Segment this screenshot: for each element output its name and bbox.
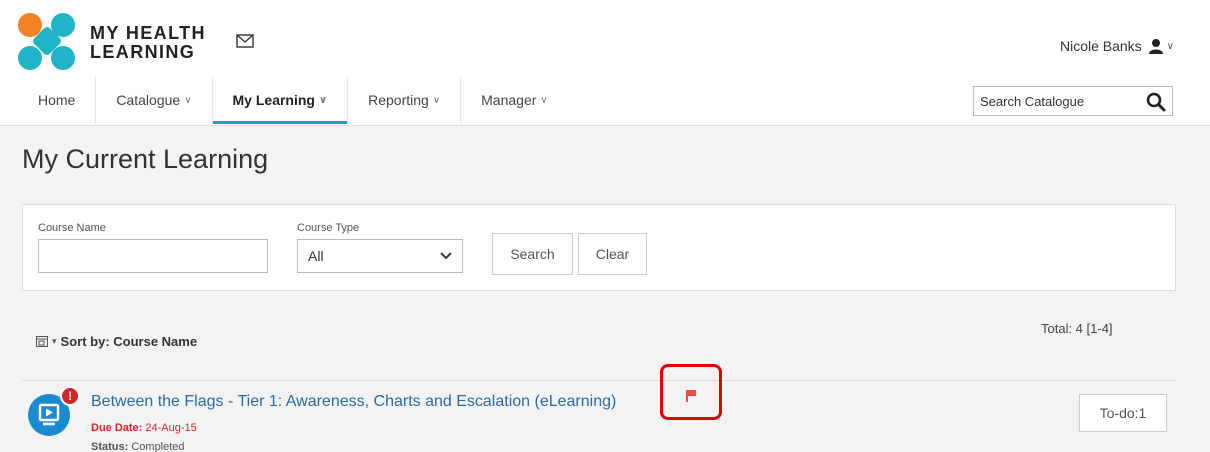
search-catalogue-input[interactable]: Search Catalogue	[973, 86, 1173, 116]
due-date-value: 24-Aug-15	[145, 422, 197, 434]
filter-panel: Course Name Course Type All Search Clear	[22, 204, 1176, 291]
page-title: My Current Learning	[22, 144, 269, 174]
chevron-down-icon	[440, 252, 452, 260]
chevron-down-icon: ∨	[1166, 40, 1174, 52]
search-icon[interactable]	[1146, 92, 1166, 112]
status-value: Completed	[131, 441, 185, 452]
nav-manager[interactable]: Manager ∨	[461, 76, 568, 124]
user-icon	[1148, 39, 1163, 54]
caret-down-icon: ▾	[52, 336, 57, 346]
nav-home-label: Home	[38, 92, 76, 108]
course-type-value: All	[308, 248, 324, 264]
chevron-down-icon: ∨	[318, 94, 328, 106]
nav-my-learning-label: My Learning	[232, 92, 315, 108]
alert-badge: !	[60, 386, 80, 406]
status-label: Status:	[91, 441, 129, 452]
course-name-label: Course Name	[38, 222, 106, 234]
search-placeholder: Search Catalogue	[980, 93, 1085, 109]
nav-my-learning[interactable]: My Learning ∨	[212, 76, 349, 124]
user-name: Nicole Banks	[1059, 38, 1142, 54]
mail-icon[interactable]	[236, 34, 254, 48]
nav-catalogue-label: Catalogue	[116, 92, 181, 108]
divider	[22, 380, 1176, 381]
header: MY HEALTH LEARNING Nicole Banks ∨ Home C…	[0, 0, 1210, 126]
clear-button[interactable]: Clear	[578, 233, 647, 275]
due-date: Due Date: 24-Aug-15	[91, 422, 197, 434]
course-type-label: Course Type	[297, 222, 360, 234]
course-title-link[interactable]: Between the Flags - Tier 1: Awareness, C…	[91, 393, 616, 411]
logo-icon[interactable]	[16, 10, 80, 74]
nav-reporting-label: Reporting	[368, 92, 429, 108]
todo-button[interactable]: To-do:1	[1079, 394, 1167, 432]
chevron-down-icon: ∨	[432, 94, 441, 106]
user-menu[interactable]: Nicole Banks ∨	[1060, 38, 1174, 54]
course-type-select[interactable]: All	[297, 239, 463, 273]
sort-icon	[36, 336, 48, 347]
sort-control[interactable]: ▾ Sort by: Course Name	[36, 334, 197, 349]
due-date-label: Due Date:	[91, 422, 143, 434]
chevron-down-icon: ∨	[540, 94, 548, 106]
sort-label: Sort by: Course Name	[60, 334, 198, 349]
flag-highlight	[660, 364, 722, 420]
total-count: Total: 4 [1-4]	[1041, 321, 1113, 336]
nav-manager-label: Manager	[481, 92, 537, 108]
chevron-down-icon: ∨	[184, 94, 192, 106]
brand-name: MY HEALTH LEARNING	[90, 23, 206, 62]
main-nav: Home Catalogue ∨ My Learning ∨ Reporting…	[18, 76, 568, 124]
nav-home[interactable]: Home	[18, 76, 97, 124]
course-name-input[interactable]	[38, 239, 268, 273]
nav-reporting[interactable]: Reporting ∨	[348, 76, 462, 124]
nav-catalogue[interactable]: Catalogue ∨	[96, 76, 213, 124]
course-status: Status: Completed	[91, 441, 185, 452]
search-button[interactable]: Search	[492, 233, 573, 275]
